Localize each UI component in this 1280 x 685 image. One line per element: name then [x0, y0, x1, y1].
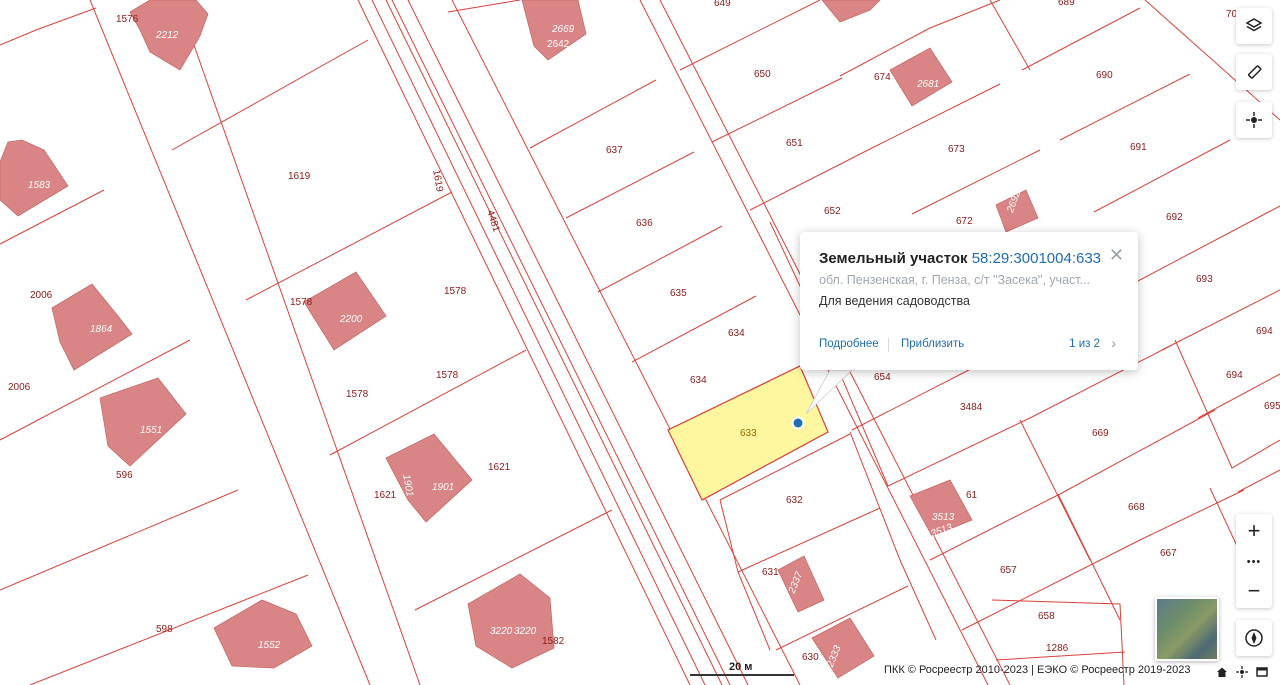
svg-text:3513: 3513 [932, 512, 955, 523]
svg-text:634: 634 [690, 375, 707, 386]
fullscreen-icon[interactable] [1256, 665, 1268, 677]
svg-text:1901: 1901 [432, 482, 454, 493]
svg-text:672: 672 [956, 216, 973, 227]
svg-text:693: 693 [1196, 274, 1213, 285]
compass-icon [1245, 629, 1263, 647]
layers-button[interactable] [1236, 8, 1272, 44]
scale-bar [690, 674, 794, 676]
svg-text:2200: 2200 [339, 314, 363, 325]
cadastral-number-link[interactable]: 58:29:3001004:633 [972, 250, 1101, 267]
svg-text:634: 634 [728, 328, 745, 339]
layers-icon [1245, 18, 1263, 32]
popup-address: обл. Пензенская, г. Пенза, с/т "Засека",… [819, 273, 1091, 287]
svg-text:1621: 1621 [374, 490, 397, 501]
svg-text:636: 636 [636, 218, 653, 229]
footer-icons [1216, 665, 1268, 678]
svg-text:667: 667 [1160, 548, 1177, 559]
zoom-in-button[interactable]: + [1236, 516, 1272, 546]
svg-text:668: 668 [1128, 502, 1145, 513]
svg-text:2669: 2669 [551, 24, 575, 35]
svg-text:1578: 1578 [290, 297, 313, 308]
svg-text:2006: 2006 [8, 382, 31, 393]
svg-text:657: 657 [1000, 565, 1017, 576]
svg-text:649: 649 [714, 0, 731, 9]
svg-text:650: 650 [754, 69, 771, 80]
svg-text:631: 631 [762, 567, 779, 578]
home-icon[interactable] [1216, 665, 1228, 677]
svg-text:1578: 1578 [436, 370, 459, 381]
svg-text:1619: 1619 [288, 171, 311, 182]
svg-text:1864: 1864 [90, 324, 113, 335]
svg-text:674: 674 [874, 72, 891, 83]
basemap-switcher-thumbnail[interactable] [1155, 597, 1219, 661]
svg-text:635: 635 [670, 288, 687, 299]
svg-text:637: 637 [606, 145, 623, 156]
svg-text:1576: 1576 [116, 14, 139, 25]
popup-land-use: Для ведения садоводства [819, 294, 970, 308]
location-marker [791, 416, 805, 430]
svg-text:3220: 3220 [514, 626, 537, 637]
svg-text:669: 669 [1092, 428, 1109, 439]
svg-text:2642: 2642 [547, 39, 570, 50]
scale-label: 20 м [729, 661, 753, 673]
parcel-info-popup: Земельный участок 58:29:3001004:633 ✕ об… [800, 232, 1138, 370]
result-counter: 1 из 2 [1069, 338, 1100, 350]
svg-text:1583: 1583 [28, 180, 51, 191]
svg-text:632: 632 [786, 495, 803, 506]
compass-button[interactable] [1236, 620, 1272, 656]
svg-text:61: 61 [966, 490, 978, 501]
svg-text:630: 630 [802, 652, 819, 663]
svg-text:2212: 2212 [155, 30, 179, 41]
more-options-button[interactable]: ••• [1236, 547, 1272, 577]
svg-text:2006: 2006 [30, 290, 53, 301]
details-link[interactable]: Подробнее [819, 338, 879, 350]
svg-text:1552: 1552 [258, 640, 281, 651]
attribution-text: ПКК © Росреестр 2010-2023 | ЕЭКО © Росре… [884, 664, 1191, 676]
svg-text:692: 692 [1166, 212, 1183, 223]
svg-text:598: 598 [156, 624, 173, 635]
svg-text:1286: 1286 [1046, 643, 1069, 654]
svg-text:652: 652 [824, 206, 841, 217]
close-icon[interactable]: ✕ [1109, 246, 1124, 264]
svg-text:658: 658 [1038, 611, 1055, 622]
chevron-right-icon[interactable]: › [1111, 335, 1116, 351]
svg-text:3484: 3484 [960, 402, 983, 413]
svg-text:1619: 1619 [430, 169, 445, 193]
svg-text:2681: 2681 [916, 79, 939, 90]
svg-text:3220: 3220 [490, 626, 513, 637]
svg-text:1578: 1578 [346, 389, 369, 400]
svg-text:4481: 4481 [484, 209, 501, 234]
link-divider [888, 338, 889, 352]
crosshair-icon [1246, 112, 1262, 128]
svg-text:690: 690 [1096, 70, 1113, 81]
zoom-to-link[interactable]: Приблизить [901, 338, 964, 350]
ruler-icon [1248, 65, 1262, 79]
svg-text:1578: 1578 [444, 286, 467, 297]
locate-button[interactable] [1236, 102, 1272, 138]
svg-text:596: 596 [116, 470, 133, 481]
svg-text:695: 695 [1264, 401, 1280, 412]
popup-title-text: Земельный участок [819, 250, 968, 267]
zoom-out-button[interactable]: − [1236, 576, 1272, 606]
ruler-button[interactable] [1236, 54, 1272, 90]
svg-text:694: 694 [1256, 326, 1273, 337]
svg-text:673: 673 [948, 144, 965, 155]
svg-text:694: 694 [1226, 370, 1243, 381]
svg-text:651: 651 [786, 138, 803, 149]
svg-text:1582: 1582 [542, 636, 565, 647]
zoom-control: + ••• − [1236, 514, 1272, 608]
crosshair-small-icon[interactable] [1236, 665, 1248, 678]
svg-text:691: 691 [1130, 142, 1147, 153]
svg-text:654: 654 [874, 372, 891, 383]
popup-pointer [805, 369, 853, 415]
svg-text:633: 633 [740, 428, 757, 439]
popup-title: Земельный участок 58:29:3001004:633 [819, 250, 1101, 267]
svg-text:689: 689 [1058, 0, 1075, 8]
svg-text:1621: 1621 [488, 462, 511, 473]
svg-text:1551: 1551 [140, 425, 162, 436]
